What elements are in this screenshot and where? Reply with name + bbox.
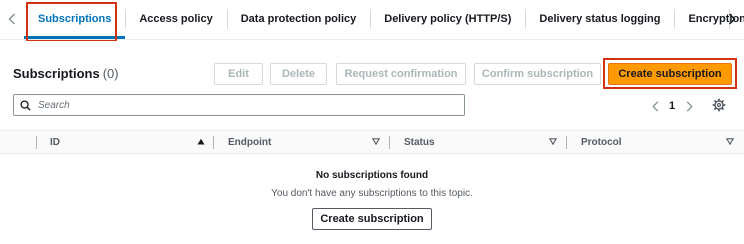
empty-state-description: You don't have any subscriptions to this… bbox=[271, 188, 473, 199]
column-header-label: ID bbox=[50, 136, 60, 148]
sort-descending-icon[interactable] bbox=[549, 138, 557, 145]
column-header-label: Status bbox=[404, 136, 435, 148]
column-header-endpoint[interactable]: Endpoint bbox=[228, 131, 271, 153]
chevron-right-icon bbox=[686, 100, 693, 112]
tab-scroll-left-button[interactable] bbox=[0, 0, 24, 38]
empty-state-title: No subscriptions found bbox=[315, 170, 429, 181]
chevron-right-icon bbox=[728, 13, 736, 25]
tab-delivery-policy[interactable]: Delivery policy (HTTP/S) bbox=[370, 0, 525, 38]
search-box bbox=[13, 94, 465, 116]
delete-button[interactable]: Delete bbox=[270, 63, 327, 85]
previous-page-button[interactable] bbox=[648, 98, 662, 114]
subscriptions-panel: Subscriptions (0) Edit Delete Request con… bbox=[0, 41, 744, 244]
pagination: 1 bbox=[648, 97, 696, 115]
chevron-left-icon bbox=[651, 100, 658, 112]
subscription-count: (0) bbox=[102, 66, 119, 81]
edit-button[interactable]: Edit bbox=[214, 63, 263, 85]
column-divider bbox=[566, 136, 567, 149]
table-header: ID Endpoint Status Protocol bbox=[0, 130, 744, 154]
chevron-left-icon bbox=[8, 13, 16, 25]
panel-title: Subscriptions (0) bbox=[13, 66, 119, 81]
gear-icon[interactable] bbox=[712, 98, 726, 112]
create-subscription-button[interactable]: Create subscription bbox=[608, 63, 732, 85]
request-confirmation-button[interactable]: Request confirmation bbox=[336, 63, 466, 85]
column-divider bbox=[389, 136, 390, 149]
tab-access-policy[interactable]: Access policy bbox=[125, 0, 226, 38]
column-header-protocol[interactable]: Protocol bbox=[581, 131, 622, 153]
tab-bar: Subscriptions Access policy Data protect… bbox=[0, 0, 744, 40]
column-header-id[interactable]: ID bbox=[50, 131, 60, 153]
tabs: Subscriptions Access policy Data protect… bbox=[24, 0, 744, 39]
tab-subscriptions[interactable]: Subscriptions bbox=[24, 0, 126, 39]
sort-ascending-icon[interactable] bbox=[197, 138, 205, 145]
current-page-number[interactable]: 1 bbox=[662, 100, 682, 112]
tab-delivery-status-logging[interactable]: Delivery status logging bbox=[525, 0, 674, 38]
tab-data-protection-policy[interactable]: Data protection policy bbox=[226, 0, 371, 38]
column-header-label: Protocol bbox=[581, 136, 622, 148]
column-header-status[interactable]: Status bbox=[404, 131, 435, 153]
search-icon bbox=[20, 99, 31, 111]
search-input[interactable] bbox=[38, 99, 438, 111]
panel-title-text: Subscriptions bbox=[13, 66, 100, 81]
next-page-button[interactable] bbox=[682, 98, 696, 114]
tab-scroll-right-button[interactable] bbox=[720, 0, 744, 38]
empty-create-subscription-button[interactable]: Create subscription bbox=[312, 208, 432, 230]
column-divider bbox=[213, 136, 214, 149]
sort-descending-icon[interactable] bbox=[726, 138, 734, 145]
column-header-label: Endpoint bbox=[228, 136, 272, 148]
confirm-subscription-button[interactable]: Confirm subscription bbox=[474, 63, 601, 85]
column-divider bbox=[36, 136, 37, 149]
sort-descending-icon[interactable] bbox=[372, 138, 380, 145]
